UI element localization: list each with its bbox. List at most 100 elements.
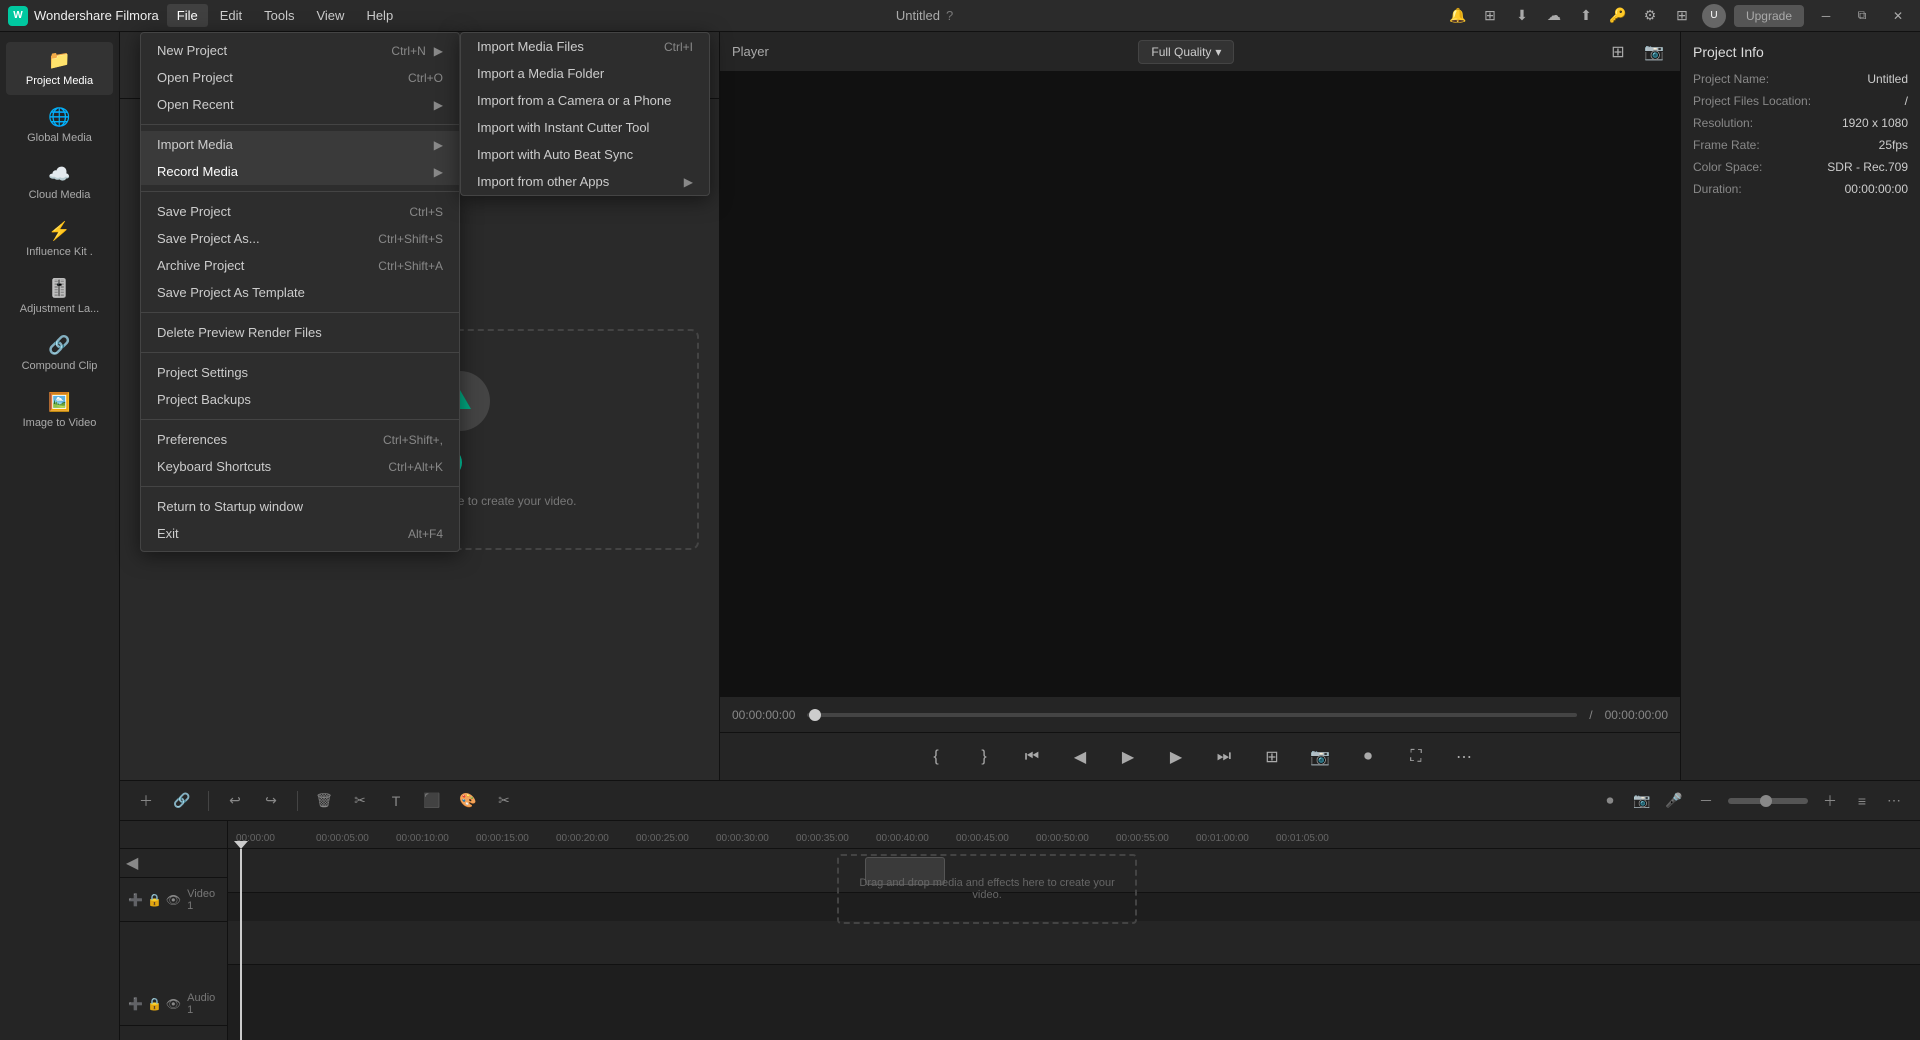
player-snapshot-icon[interactable]: 📷 [1304,741,1336,773]
audio-eye-icon[interactable]: 👁 [166,997,181,1011]
minimize-button[interactable]: ─ [1812,4,1840,28]
import-media-folder[interactable]: Import a Media Folder [461,60,709,87]
timeline-color-icon[interactable]: 🎨 [454,787,482,815]
progress-handle[interactable] [809,709,821,721]
sidebar-item-cloud-media[interactable]: ☁️ Cloud Media [6,156,113,209]
sidebar-item-project-media[interactable]: 📁 Project Media [6,42,113,95]
menu-exit[interactable]: Exit Alt+F4 [141,520,459,547]
menu-new-project[interactable]: New Project Ctrl+N ▶ [141,37,459,64]
timeline-list-icon[interactable]: ≡ [1848,787,1876,815]
zoom-slider[interactable] [1728,798,1808,804]
import-camera-phone[interactable]: Import from a Camera or a Phone [461,87,709,114]
restore-button[interactable]: ⧉ [1848,4,1876,28]
sidebar-item-image-to-video[interactable]: 🖼️ Image to Video [6,384,113,437]
menu-record-media[interactable]: Record Media ▶ [141,158,459,185]
timeline-text-icon[interactable]: T [382,787,410,815]
playhead[interactable] [240,849,242,1040]
zoom-handle[interactable] [1760,795,1772,807]
player-record-icon[interactable]: ⏺ [1352,741,1384,773]
apps-icon[interactable]: ⊞ [1670,4,1694,28]
timeline-crop-icon[interactable]: ⬛ [418,787,446,815]
player-in-point-icon[interactable]: { [920,741,952,773]
audio-add-icon[interactable]: ➕ [128,997,143,1011]
menu-save-project[interactable]: Save Project Ctrl+S [141,198,459,225]
zoom-in-icon[interactable]: ＋ [1816,787,1844,815]
player-crop-icon[interactable]: ⊞ [1256,741,1288,773]
preferences-label: Preferences [157,432,227,447]
menu-return-startup[interactable]: Return to Startup window [141,493,459,520]
import-media-files[interactable]: Import Media Files Ctrl+I [461,33,709,60]
player-frame-back-icon[interactable]: ⏮ [1016,741,1048,773]
upgrade-button[interactable]: Upgrade [1734,5,1804,27]
quality-arrow-icon: ▾ [1215,45,1221,59]
timeline-redo-icon[interactable]: ↪ [257,787,285,815]
help-icon[interactable]: ? [946,8,953,23]
timeline-magnet-icon[interactable]: 🔗 [168,787,196,815]
collapse-btn[interactable]: ◀ [120,849,227,878]
menu-open-recent[interactable]: Open Recent ▶ [141,91,459,118]
timeline-mic-icon[interactable]: 🎤 [1660,787,1688,815]
sidebar-item-label: Project Media [26,75,93,87]
global-media-icon: 🌐 [48,107,70,128]
key-icon[interactable]: 🔑 [1606,4,1630,28]
menu-import-media[interactable]: Import Media ▶ [141,131,459,158]
cloud-icon[interactable]: ☁ [1542,4,1566,28]
timeline-add-icon[interactable]: ＋ [132,787,160,815]
sidebar-item-compound-clip[interactable]: 🔗 Compound Clip [6,327,113,380]
crop-icon[interactable]: ⊞ [1604,38,1632,66]
sidebar-item-global-media[interactable]: 🌐 Global Media [6,99,113,152]
player-step-back-icon[interactable]: ◀ [1064,741,1096,773]
download-icon[interactable]: ⬇ [1510,4,1534,28]
track-eye-icon[interactable]: 👁 [166,893,181,907]
player-fullscreen-icon[interactable]: ⛶ [1400,741,1432,773]
menu-open-project[interactable]: Open Project Ctrl+O [141,64,459,91]
open-project-label: Open Project [157,70,233,85]
quality-button[interactable]: Full Quality ▾ [1138,40,1234,64]
sidebar-item-influence-kit[interactable]: ⚡ Influence Kit . [6,213,113,266]
menu-archive-project[interactable]: Archive Project Ctrl+Shift+A [141,252,459,279]
settings-icon[interactable]: ⚙ [1638,4,1662,28]
timeline-more-icon[interactable]: ⋯ [1880,787,1908,815]
timeline-undo-icon[interactable]: ↩ [221,787,249,815]
player-out-point-icon[interactable]: } [968,741,1000,773]
progress-bar[interactable] [807,713,1577,717]
timeline-record-icon[interactable]: ⏺ [1596,787,1624,815]
import-media-folder-label: Import a Media Folder [477,66,604,81]
menu-edit[interactable]: Edit [210,4,252,27]
grid-icon[interactable]: ⊞ [1478,4,1502,28]
info-value-files-location: / [1905,94,1908,108]
timeline-cut-icon[interactable]: ✂ [346,787,374,815]
import-other-apps[interactable]: Import from other Apps ▶ [461,168,709,195]
close-button[interactable]: ✕ [1884,4,1912,28]
import-instant-cutter[interactable]: Import with Instant Cutter Tool [461,114,709,141]
menu-preferences[interactable]: Preferences Ctrl+Shift+, [141,426,459,453]
player-more-icon[interactable]: ⋯ [1448,741,1480,773]
menu-save-project-as[interactable]: Save Project As... Ctrl+Shift+S [141,225,459,252]
track-headers: ◀ ➕ 🔒 👁 Video 1 ➕ 🔒 👁 [120,821,228,1040]
menu-project-backups[interactable]: Project Backups [141,386,459,413]
import-auto-beat-sync[interactable]: Import with Auto Beat Sync [461,141,709,168]
menu-keyboard-shortcuts[interactable]: Keyboard Shortcuts Ctrl+Alt+K [141,453,459,480]
user-avatar[interactable]: U [1702,4,1726,28]
player-step-forward-icon[interactable]: ▶ [1160,741,1192,773]
notification-icon[interactable]: 🔔 [1446,4,1470,28]
menu-save-as-template[interactable]: Save Project As Template [141,279,459,306]
audio-lock-icon[interactable]: 🔒 [147,997,162,1011]
player-frame-forward-icon[interactable]: ⏭ [1208,741,1240,773]
menu-help[interactable]: Help [356,4,403,27]
timeline-camera-icon[interactable]: 📷 [1628,787,1656,815]
timeline-delete-icon[interactable]: 🗑 [310,787,338,815]
menu-file[interactable]: File [167,4,208,27]
menu-delete-preview[interactable]: Delete Preview Render Files [141,319,459,346]
menu-project-settings[interactable]: Project Settings [141,359,459,386]
player-play-icon[interactable]: ▶ [1112,741,1144,773]
menu-view[interactable]: View [306,4,354,27]
zoom-out-icon[interactable]: － [1692,787,1720,815]
timeline-scissors-icon[interactable]: ✂ [490,787,518,815]
screenshot-icon[interactable]: 📷 [1640,38,1668,66]
menu-tools[interactable]: Tools [254,4,304,27]
sidebar-item-adjustment-la[interactable]: 🎚️ Adjustment La... [6,270,113,323]
upload-icon[interactable]: ⬆ [1574,4,1598,28]
track-add-icon[interactable]: ➕ [128,893,143,907]
track-lock-icon[interactable]: 🔒 [147,893,162,907]
